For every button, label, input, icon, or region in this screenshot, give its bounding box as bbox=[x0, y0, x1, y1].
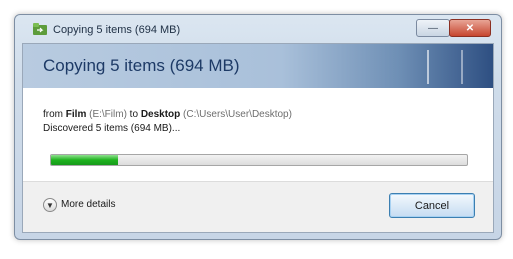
cancel-button[interactable]: Cancel bbox=[389, 193, 475, 218]
source-path: (E:\Film) bbox=[89, 109, 127, 120]
from-prefix: from bbox=[43, 109, 66, 120]
header-banner: Copying 5 items (694 MB) bbox=[23, 44, 493, 88]
more-details-button[interactable]: More details bbox=[61, 199, 115, 210]
dialog-footer: ▼ More details Cancel bbox=[23, 181, 493, 232]
destination-link[interactable]: Desktop bbox=[141, 109, 180, 120]
dialog-content: Copying 5 items (694 MB) from Film (E:\F… bbox=[22, 43, 494, 233]
close-button[interactable]: ✕ bbox=[449, 19, 491, 37]
banner-decoration bbox=[427, 50, 463, 84]
to-word: to bbox=[126, 109, 141, 120]
destination-path: (C:\Users\User\Desktop) bbox=[183, 109, 292, 120]
close-icon: ✕ bbox=[465, 22, 475, 34]
progress-fill bbox=[51, 155, 118, 165]
copy-source-destination: from Film (E:\Film) to Desktop (C:\Users… bbox=[43, 109, 292, 120]
source-link[interactable]: Film bbox=[66, 109, 87, 120]
copy-dialog-window: Copying 5 items (694 MB) — ✕ Copying 5 i… bbox=[14, 14, 502, 240]
window-title: Copying 5 items (694 MB) bbox=[53, 24, 181, 36]
copy-progress-bar bbox=[50, 154, 468, 166]
status-text: Discovered 5 items (694 MB)... bbox=[43, 123, 181, 134]
copy-folder-icon bbox=[33, 23, 47, 35]
chevron-down-circle-icon[interactable]: ▼ bbox=[43, 198, 57, 212]
minimize-button[interactable]: — bbox=[416, 19, 450, 37]
title-bar[interactable]: Copying 5 items (694 MB) — ✕ bbox=[15, 15, 501, 45]
window-controls: — ✕ bbox=[416, 19, 491, 37]
minimize-icon: — bbox=[428, 22, 438, 34]
dialog-heading: Copying 5 items (694 MB) bbox=[43, 56, 240, 75]
